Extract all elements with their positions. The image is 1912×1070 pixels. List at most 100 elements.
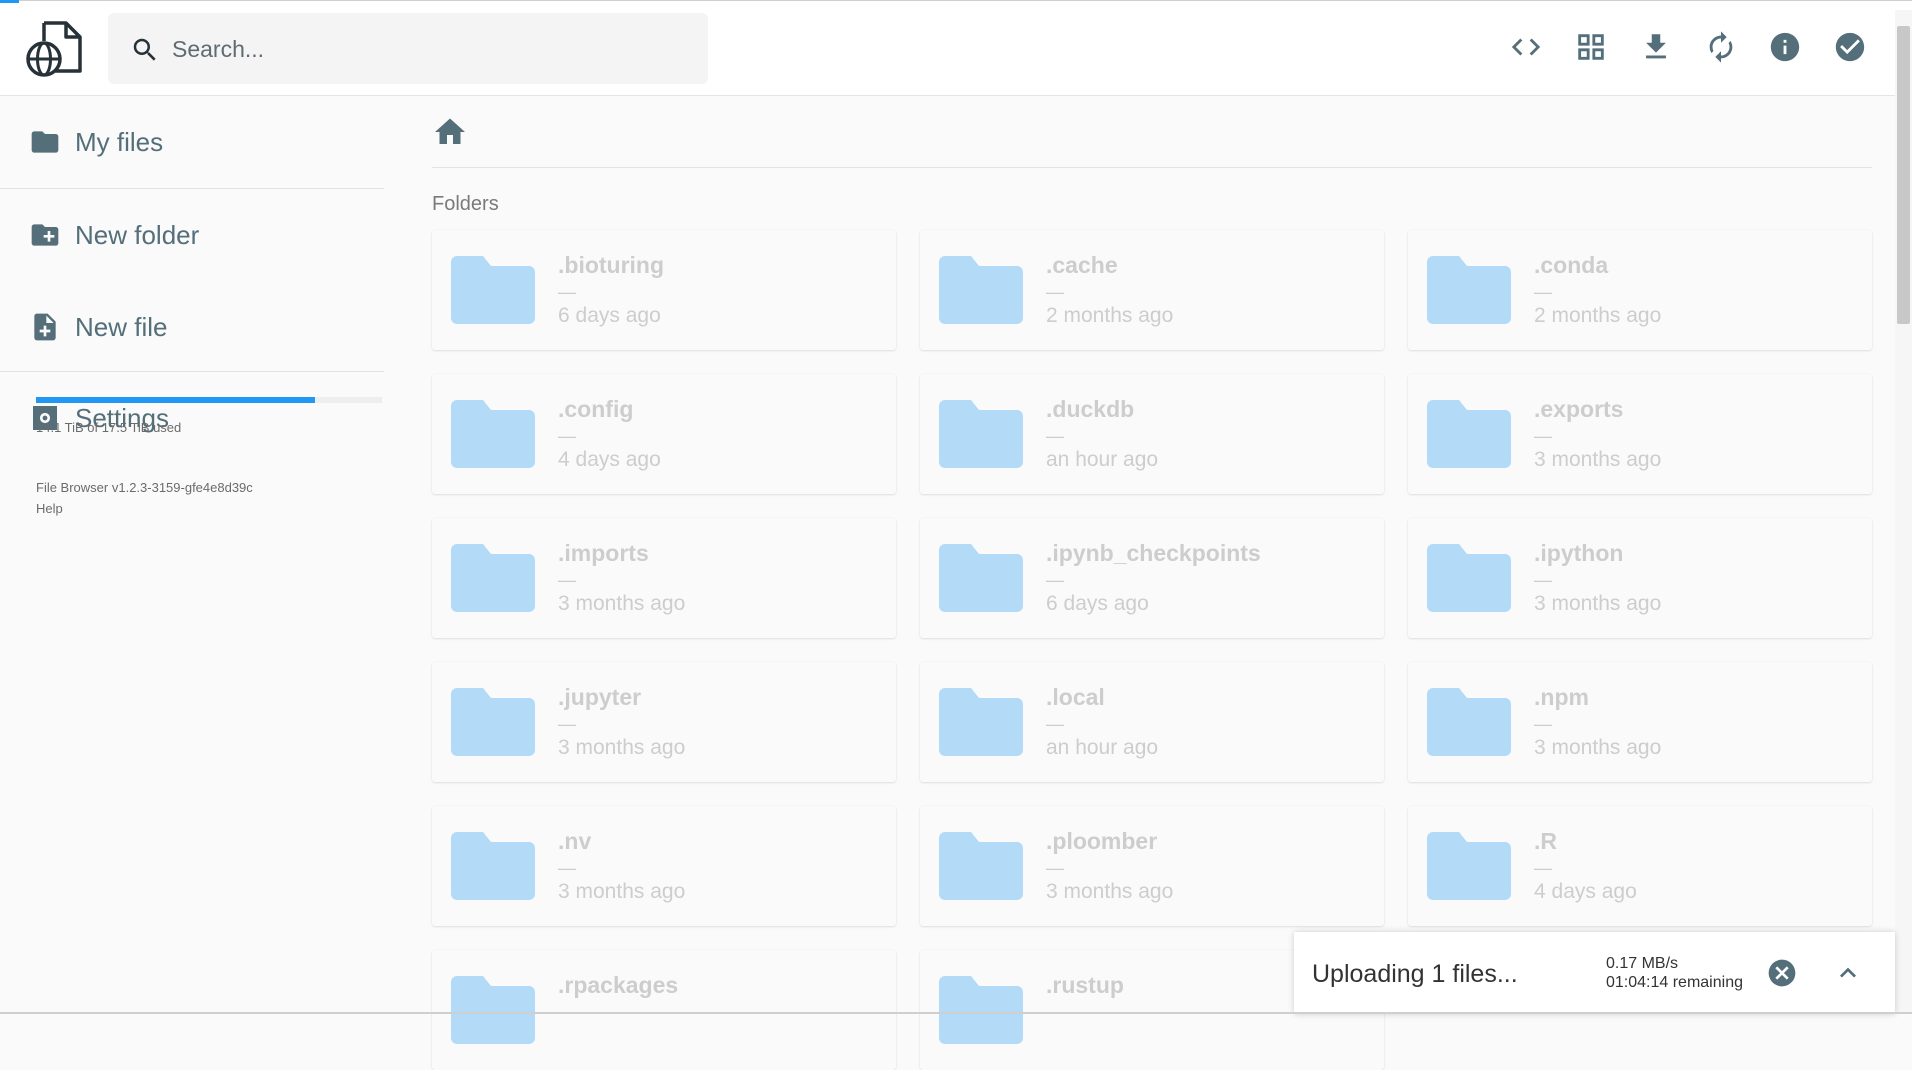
folder-icon (939, 400, 1023, 468)
folder-card[interactable]: .bioturing —6 days ago (432, 230, 896, 350)
folder-modified: 4 days ago (558, 448, 661, 471)
folder-icon (451, 544, 535, 612)
folder-icon (939, 976, 1023, 1044)
folder-name: .exports (1534, 396, 1624, 422)
folder-card[interactable]: .rpackages — (432, 950, 896, 1070)
folder-card[interactable]: .npm —3 months ago (1408, 662, 1872, 782)
sidebar-item-my-files[interactable]: My files (0, 96, 384, 188)
sidebar-item-new-folder[interactable]: New folder (0, 189, 384, 281)
folder-icon (1427, 256, 1511, 324)
folder-name: .bioturing (558, 252, 665, 278)
sidebar-item-label: New folder (75, 219, 200, 250)
select-button[interactable] (1830, 27, 1870, 67)
folder-size: — (1534, 858, 1552, 878)
refresh-icon (1709, 31, 1733, 63)
folder-name: .rustup (1046, 972, 1124, 998)
folder-size: — (558, 714, 576, 734)
upload-panel: Uploading 1 files... 0.17 MB/s 01:04:14 … (1294, 932, 1895, 1014)
switch-view-button[interactable] (1571, 27, 1611, 67)
folder-size: — (1046, 570, 1064, 590)
storage-usage-text: 14.1 TiB of 17.5 TiB used (36, 420, 182, 435)
scrollbar-thumb[interactable] (1897, 26, 1910, 324)
folder-size: — (1046, 858, 1064, 878)
folder-card[interactable]: .local — an hour ago (920, 662, 1384, 782)
folder-size: — (1046, 714, 1064, 734)
folder-name: .R (1534, 828, 1557, 854)
folder-icon (31, 131, 59, 153)
folder-name: .ploomber (1046, 828, 1158, 854)
folder-name: .imports (558, 540, 649, 566)
folder-icon (939, 688, 1023, 756)
folder-modified: an hour ago (1046, 448, 1159, 471)
folder-card[interactable]: .duckdb — an hour ago (920, 374, 1384, 494)
folder-card[interactable]: .config —4 days ago (432, 374, 896, 494)
folder-size: — (558, 570, 576, 590)
grid-view-icon (1578, 34, 1604, 60)
check-circle-icon (1835, 32, 1865, 62)
folder-card[interactable]: .ipython —3 months ago (1408, 518, 1872, 638)
folder-icon (939, 256, 1023, 324)
sidebar-item-label: My files (75, 126, 164, 157)
folder-icon (939, 832, 1023, 900)
upload-speed: 0.17 MB/s (1606, 955, 1679, 972)
refresh-button[interactable] (1701, 27, 1741, 67)
folder-card[interactable]: .ipynb_checkpoints —6 days ago (920, 518, 1384, 638)
info-button[interactable] (1765, 27, 1805, 67)
folder-icon (451, 256, 535, 324)
loading-progress-bar (0, 0, 19, 3)
folder-modified: 3 months ago (558, 880, 686, 903)
create-folder-icon (31, 224, 59, 246)
folder-modified: an hour ago (1046, 736, 1159, 759)
sidebar-item-settings[interactable]: Settings (0, 372, 384, 464)
upload-collapse-button[interactable] (1832, 957, 1864, 989)
folder-modified: 4 days ago (1534, 880, 1637, 903)
sidebar-item-new-file[interactable]: New file (0, 281, 384, 373)
storage-usage-bar (36, 397, 382, 403)
search-input[interactable] (172, 31, 672, 67)
help-link[interactable]: Help (36, 501, 63, 516)
upload-remaining: 01:04:14 remaining (1606, 974, 1743, 991)
folder-icon (1427, 400, 1511, 468)
folder-modified: 3 months ago (558, 592, 686, 615)
folder-icon (1427, 832, 1511, 900)
upload-title: Uploading 1 files... (1312, 960, 1518, 988)
chevron-up-icon (1840, 967, 1856, 978)
folder-name: .nv (558, 828, 592, 854)
folder-size: — (1534, 714, 1552, 734)
search-icon (133, 38, 156, 61)
folder-name: .conda (1534, 252, 1609, 278)
folder-card[interactable]: .nv —3 months ago (432, 806, 896, 926)
folder-modified: 3 months ago (1534, 448, 1662, 471)
scrollbar[interactable] (1895, 10, 1912, 1014)
top-bar (0, 0, 1912, 96)
search-bar[interactable] (108, 13, 708, 84)
window-top-border (0, 0, 1912, 1)
download-button[interactable] (1636, 27, 1676, 67)
folder-card[interactable]: .R —4 days ago (1408, 806, 1872, 926)
folder-icon (451, 688, 535, 756)
folder-size: — (1534, 426, 1552, 446)
folder-card[interactable]: .imports —3 months ago (432, 518, 896, 638)
folder-icon (451, 400, 535, 468)
folder-icon (939, 544, 1023, 612)
folder-card[interactable]: .jupyter —3 months ago (432, 662, 896, 782)
folder-name: .config (558, 396, 634, 422)
folder-card[interactable]: .exports —3 months ago (1408, 374, 1872, 494)
download-icon (1646, 34, 1666, 59)
upload-cancel-button[interactable] (1766, 957, 1798, 989)
folder-size: — (1534, 570, 1552, 590)
home-breadcrumb[interactable] (432, 114, 468, 150)
folder-icon (1427, 688, 1511, 756)
folder-icon (1427, 544, 1511, 612)
folder-card[interactable]: .ploomber —3 months ago (920, 806, 1384, 926)
logo-icon[interactable] (24, 19, 84, 77)
folder-size: — (1046, 282, 1064, 302)
folder-modified: 2 months ago (1534, 304, 1662, 327)
folder-card[interactable]: .cache —2 months ago (920, 230, 1384, 350)
storage-usage-fill (36, 397, 315, 403)
home-icon (435, 118, 465, 144)
version-text: File Browser v1.2.3-3159-gfe4e8d39c (36, 480, 253, 495)
folder-modified: 6 days ago (558, 304, 661, 327)
code-view-button[interactable] (1506, 27, 1546, 67)
folder-card[interactable]: .conda —2 months ago (1408, 230, 1872, 350)
